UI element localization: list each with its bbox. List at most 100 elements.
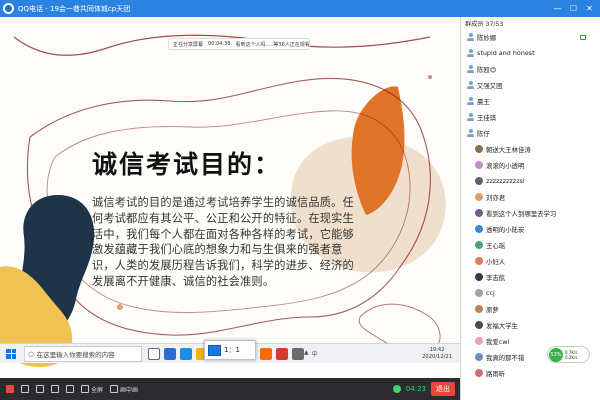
microphone-icon[interactable]: [6, 385, 14, 393]
member-avatar: [475, 337, 483, 345]
person-icon: [467, 65, 474, 73]
speaker-icon[interactable]: [21, 385, 29, 393]
member-panel: 群成员 37/53 陈妙娜 stupid and honest 陈殴😊 又强又困晨王王…: [460, 17, 600, 400]
member-item[interactable]: 小妇人: [461, 253, 600, 269]
member-item[interactable]: ccj: [461, 285, 600, 301]
window-thumbnail-icon: [208, 344, 221, 356]
person-icon: [467, 49, 474, 57]
taskbar-app-icon[interactable]: [180, 347, 192, 360]
member-item[interactable]: 陈仔: [461, 125, 600, 141]
taskbar-app-icon[interactable]: [260, 347, 272, 360]
member-item[interactable]: 原萝: [461, 301, 600, 317]
minimize-button[interactable]: —: [551, 3, 564, 14]
member-item[interactable]: 滚滚的小透明: [461, 157, 600, 173]
member-item[interactable]: 李志航: [461, 269, 600, 285]
member-avatar: [475, 209, 483, 217]
network-icon[interactable]: ▲: [304, 349, 309, 358]
close-button[interactable]: ✕: [583, 3, 596, 14]
person-icon: [467, 113, 474, 121]
member-name: 路雨昕: [486, 369, 506, 378]
maximize-button[interactable]: ☐: [567, 3, 580, 14]
call-control-bar: 全屏 画中画 04:23 退出: [0, 378, 460, 400]
member-item[interactable]: 看到这个人到哪里去学习: [461, 205, 600, 221]
member-list: 陈妙娜 stupid and honest 陈殴😊 又强又困晨王王佳琪陈仔 朝送大王林佳…: [461, 29, 600, 381]
member-item[interactable]: 刘亦君: [461, 189, 600, 205]
share-status-text: 正在分享屏幕: [173, 41, 204, 48]
screen-share-status-bar: 正在分享屏幕 00:04:38 看到这个人吗.....等36人正在观看: [168, 38, 310, 50]
member-name: 晨王: [477, 97, 490, 106]
camera-icon[interactable]: [36, 385, 44, 393]
member-item[interactable]: 晨王: [461, 93, 600, 109]
share-elapsed-time: 00:04:38: [208, 41, 231, 47]
taskbar-search-box[interactable]: ○ 在这里输入你要搜索的内容: [24, 345, 142, 362]
taskbar-date: 2020/12/21: [422, 353, 452, 360]
member-item[interactable]: 路雨昕: [461, 365, 600, 381]
person-icon: [467, 129, 474, 137]
member-name: ccj: [486, 289, 495, 297]
taskbar-search-placeholder: 在这里输入你要搜索的内容: [36, 350, 115, 359]
member-name: 我真的那不错: [486, 353, 525, 362]
member-item[interactable]: 王心瑶: [461, 237, 600, 253]
taskbar-app-icon[interactable]: [276, 347, 288, 360]
person-icon: [467, 97, 474, 105]
screen-share-icon[interactable]: [51, 385, 59, 393]
network-speed-widget[interactable]: 53% 0.7K/s 0.2K/s: [547, 346, 590, 363]
share-viewers-text: 看到这个人吗.....等36人正在观看: [235, 41, 310, 48]
system-tray: ▲ 中: [304, 349, 318, 358]
member-name: 王心瑶: [486, 241, 506, 250]
taskbar-app-icon[interactable]: [292, 347, 304, 360]
member-item[interactable]: 又强又困: [461, 77, 600, 93]
member-item[interactable]: 透明的小陆炭: [461, 221, 600, 237]
taskbar-clock[interactable]: 19:42 2020/12/21: [422, 347, 452, 360]
upload-speed: 0.7K/s: [565, 349, 578, 355]
ime-indicator[interactable]: 中: [312, 349, 318, 358]
member-name: stupid and honest: [477, 49, 535, 57]
member-item[interactable]: 陈妙娜: [461, 29, 600, 45]
member-name: 又强又困: [477, 81, 503, 90]
member-avatar: [475, 273, 483, 281]
member-avatar: [475, 305, 483, 313]
download-speed: 0.2K/s: [565, 354, 578, 360]
screen-sharing-icon: [580, 34, 586, 40]
member-name: 透明的小陆炭: [486, 225, 525, 234]
fullscreen-icon: [81, 385, 89, 393]
member-avatar: [475, 369, 483, 377]
slide-body-text: 诚信考试的目的是通过考试培养学生的诚信品质。任何考试都应有其公平、公正和公开的特…: [92, 196, 354, 288]
member-item[interactable]: 发福大学生: [461, 317, 600, 333]
member-avatar: [475, 257, 483, 265]
member-count-header: 群成员 37/53: [465, 20, 504, 28]
fullscreen-button[interactable]: 全屏: [81, 385, 103, 394]
member-name: 小妇人: [486, 257, 506, 266]
taskbar-app-icon[interactable]: [148, 347, 160, 360]
member-name: 发福大学生: [486, 321, 518, 330]
member-avatar: [475, 177, 483, 185]
shared-screen: 正在分享屏幕 00:04:38 看到这个人吗.....等36人正在观看 诚信考试…: [0, 17, 460, 378]
member-avatar: [475, 193, 483, 201]
member-item[interactable]: 陈殴😊: [461, 61, 600, 77]
members-icon[interactable]: [66, 385, 74, 393]
member-avatar: [475, 321, 483, 329]
person-icon: [467, 33, 474, 41]
member-name: 滚滚的小透明: [486, 161, 525, 170]
member-avatar: [475, 353, 483, 361]
member-item[interactable]: stupid and honest: [461, 45, 600, 61]
qq-call-logo-icon: [3, 3, 14, 14]
share-ratio-label: 1：1: [224, 346, 240, 354]
exit-button[interactable]: 退出: [431, 382, 455, 396]
member-item[interactable]: 王佳琪: [461, 109, 600, 125]
member-avatar: [475, 241, 483, 249]
call-timer: 04:23: [405, 385, 426, 393]
signal-icon: [392, 385, 401, 393]
member-name: 王佳琪: [477, 113, 497, 122]
title-bar: QQ电话 - 19会一巷共同体城cp天团 — ☐ ✕: [0, 0, 600, 17]
person-icon: [467, 81, 474, 89]
windows-start-icon[interactable]: [4, 347, 18, 361]
picture-in-picture-button[interactable]: 画中画: [110, 385, 138, 394]
slide-title: 诚信考试目的：: [92, 150, 282, 179]
member-item[interactable]: zzzzzzzzzzsl: [461, 173, 600, 189]
share-size-dialog[interactable]: 1：1: [204, 340, 256, 360]
member-avatar: [475, 289, 483, 297]
window-title: QQ电话 - 19会一巷共同体城cp天团: [18, 4, 131, 13]
member-item[interactable]: 朝送大王林佳涛: [461, 141, 600, 157]
taskbar-app-icon[interactable]: [164, 347, 176, 360]
